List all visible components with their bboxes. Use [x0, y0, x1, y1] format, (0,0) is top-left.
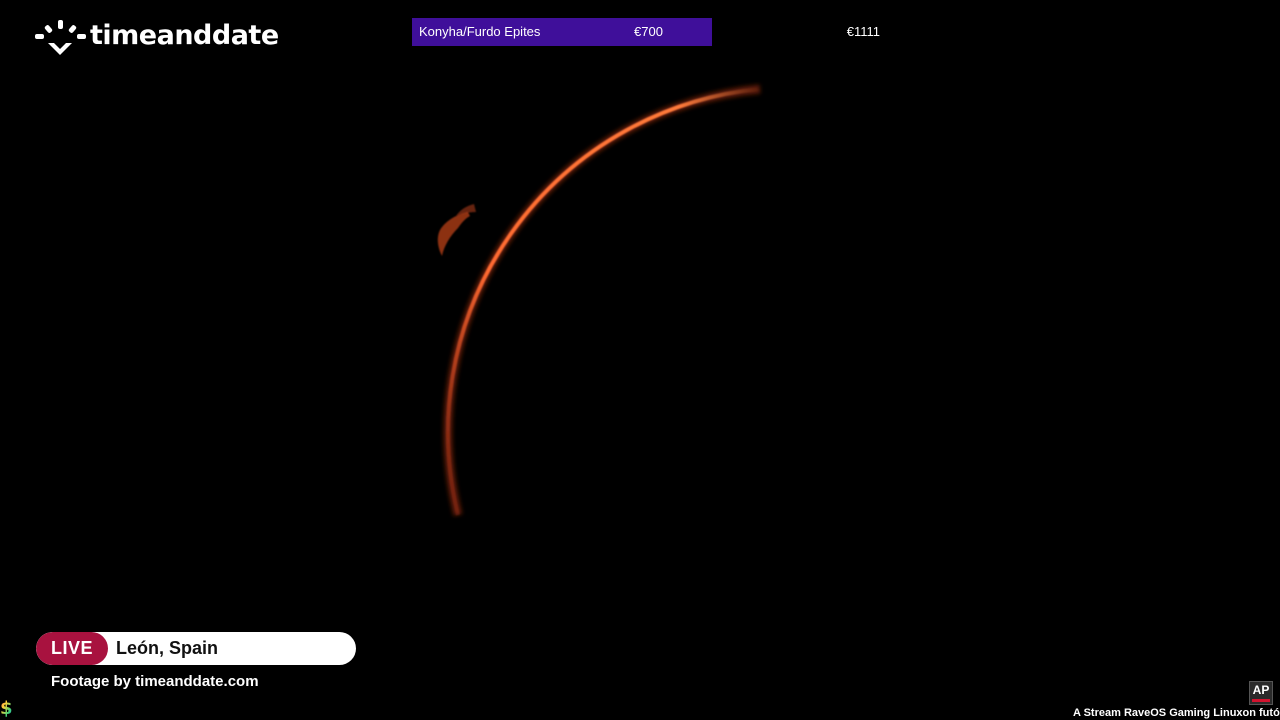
donation-goal-target: €1111	[846, 24, 880, 39]
coin-icon: $	[0, 698, 13, 719]
video-frame: timeanddate Konyha/Furdo Epites €700 €11…	[0, 0, 1280, 720]
chromosphere-glow	[443, 84, 761, 517]
live-badge: LIVE	[36, 632, 108, 665]
stream-location: León, Spain	[116, 638, 219, 658]
donation-goal-label: Konyha/Furdo Epites	[419, 24, 541, 39]
donation-goal-current: €700	[634, 24, 663, 39]
live-lower-third: LIVE León, Spain	[36, 632, 356, 665]
stream-ticker: A Stream RaveOS Gaming Linuxon futó	[1073, 707, 1280, 719]
sunburst-logo-icon	[35, 20, 86, 55]
svg-text:$: $	[0, 698, 13, 719]
logo-text: timeanddate	[90, 20, 279, 51]
solar-prominence	[437, 212, 470, 256]
donation-goal-bar: Konyha/Furdo Epites €700 €1111	[412, 18, 888, 46]
footage-credit: Footage by timeanddate.com	[51, 673, 259, 690]
chromosphere-arc	[446, 87, 761, 516]
eclipse-image	[437, 84, 761, 517]
timeanddate-logo[interactable]: timeanddate	[32, 16, 279, 56]
ap-logo: AP	[1249, 681, 1273, 705]
